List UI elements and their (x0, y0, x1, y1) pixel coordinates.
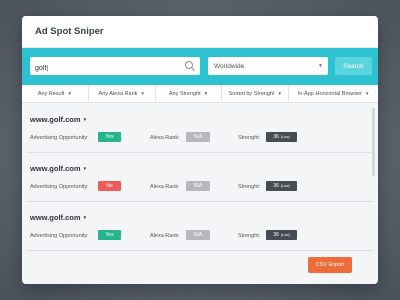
search-button[interactable]: Search (335, 57, 372, 75)
result-domain[interactable]: www.golf.com ▼ (30, 115, 87, 124)
alexa-rank-badge: N/A (186, 132, 210, 142)
strenght-value: 36 (273, 134, 279, 140)
filter-label: Any Alexa Rank (98, 90, 138, 97)
strenght-value: 36 (273, 232, 279, 238)
strenght-level: (Low) (280, 184, 290, 188)
alexa-rank-label: Alexa Rank: (150, 135, 180, 141)
filter-bar: Any Result ▼ Any Alexa Rank ▼ Any Streng… (22, 85, 378, 103)
opportunity-badge: Yes (98, 132, 121, 142)
opportunity-label: Advertising Opportunity: (30, 135, 89, 141)
results-list: www.golf.com ▼ Advertising Opportunity: … (22, 104, 378, 258)
chevron-down-icon: ▼ (82, 117, 88, 122)
filter-label: In-App Horizontal Browser (297, 90, 362, 97)
strenght-level: (Low) (280, 233, 290, 237)
strenght-label: Strenght: (238, 233, 261, 239)
chevron-down-icon: ▼ (82, 215, 88, 220)
search-bar: Worldwide ▼ Search (22, 48, 378, 85)
app-window: Ad Spot Sniper Worldwide ▼ Search Any Re… (22, 16, 378, 284)
scrollbar[interactable] (372, 108, 375, 176)
alexa-rank-badge: N/A (186, 230, 210, 240)
result-domain-text: www.golf.com (30, 164, 81, 173)
filter-label: Any Strenght (168, 90, 201, 97)
opportunity-badge: No (98, 181, 121, 191)
chevron-down-icon: ▼ (203, 91, 209, 96)
result-domain-text: www.golf.com (30, 213, 81, 222)
search-field[interactable] (30, 57, 200, 78)
location-select[interactable]: Worldwide ▼ (208, 57, 328, 75)
strenght-badge: 36 (Low) (266, 132, 297, 142)
strenght-badge: 36 (Low) (266, 230, 297, 240)
filter-any-result[interactable]: Any Result ▼ (22, 85, 89, 102)
result-domain[interactable]: www.golf.com ▼ (30, 164, 87, 173)
result-domain[interactable]: www.golf.com ▼ (30, 213, 87, 222)
alexa-rank-label: Alexa Rank: (150, 184, 180, 190)
filter-label: Any Result (37, 90, 65, 97)
result-domain-text: www.golf.com (30, 115, 81, 124)
chevron-down-icon: ▼ (82, 166, 88, 171)
filter-alexa-rank[interactable]: Any Alexa Rank ▼ (89, 85, 156, 102)
csv-export-button[interactable]: CSV Export (308, 257, 352, 273)
window-title: Ad Spot Sniper (22, 16, 378, 48)
alexa-rank-badge: N/A (186, 181, 210, 191)
filter-sort[interactable]: Sorted by Strenght ▼ (222, 85, 290, 102)
opportunity-label: Advertising Opportunity: (30, 184, 89, 190)
filter-browser[interactable]: In-App Horizontal Browser ▼ (289, 85, 378, 102)
location-select-value: Worldwide (214, 62, 245, 70)
list-item: www.golf.com ▼ Advertising Opportunity: … (26, 153, 374, 202)
filter-strenght[interactable]: Any Strenght ▼ (156, 85, 223, 102)
opportunity-badge: Yes (98, 230, 121, 240)
search-icon[interactable] (184, 60, 196, 72)
alexa-rank-label: Alexa Rank: (150, 233, 180, 239)
chevron-down-icon: ▼ (364, 91, 370, 96)
strenght-label: Strenght: (238, 135, 261, 141)
strenght-label: Strenght: (238, 184, 261, 190)
chevron-down-icon: ▼ (318, 63, 323, 69)
strenght-value: 36 (273, 183, 279, 189)
chevron-down-icon: ▼ (277, 91, 282, 96)
list-item: www.golf.com ▼ Advertising Opportunity: … (26, 202, 374, 251)
opportunity-label: Advertising Opportunity: (30, 233, 89, 239)
filter-label: Sorted by Strenght (228, 90, 275, 97)
sort-icon: ▼ (67, 91, 72, 96)
chevron-down-icon: ▼ (140, 91, 145, 96)
strenght-level: (Low) (280, 135, 290, 139)
strenght-badge: 36 (Low) (266, 181, 297, 191)
list-item: www.golf.com ▼ Advertising Opportunity: … (26, 104, 374, 153)
search-input[interactable] (30, 59, 200, 78)
